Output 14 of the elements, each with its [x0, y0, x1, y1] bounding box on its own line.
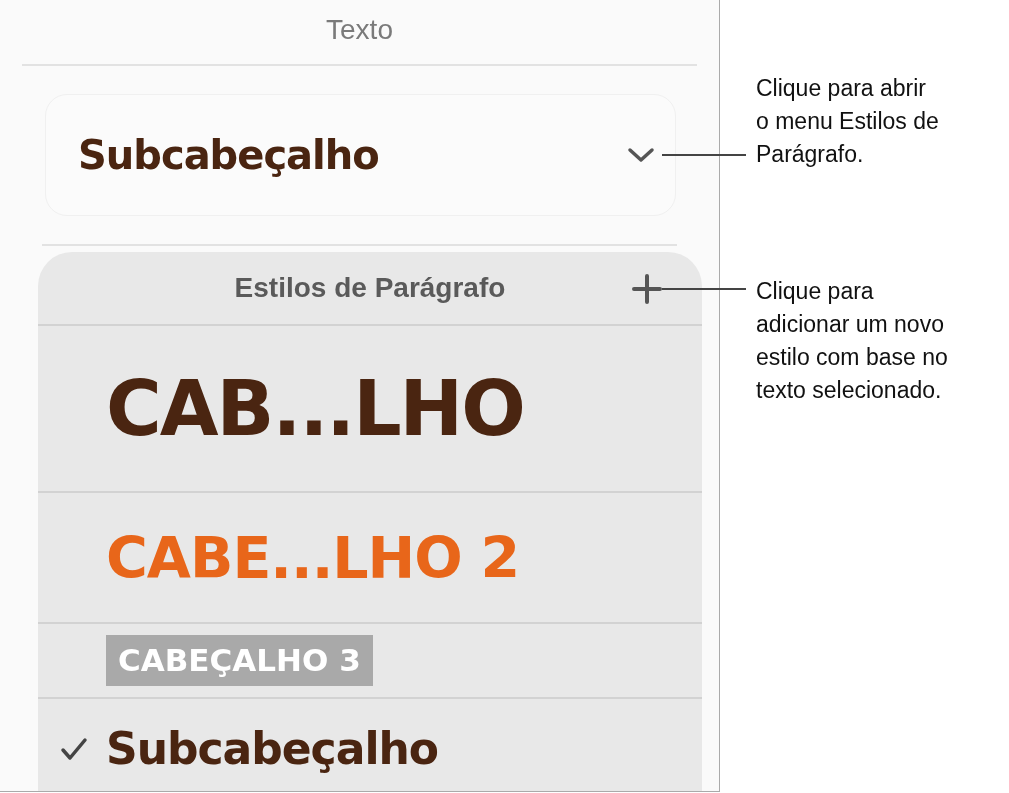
style-name: CABE...LHO 2	[106, 524, 520, 591]
callout-text: Clique para abrir o menu Estilos de Parágrafo.	[756, 74, 939, 169]
style-row[interactable]: CAB...LHO	[38, 326, 702, 493]
chevron-down-icon	[627, 147, 655, 163]
paragraph-style-button[interactable]: Subcabeçalho	[45, 94, 676, 216]
style-name: CABEÇALHO 3	[106, 635, 373, 686]
style-row[interactable]: Subcabeçalho	[38, 699, 702, 791]
panel-title: Texto	[325, 13, 394, 47]
popover-title: Estilos de Parágrafo	[234, 272, 506, 304]
style-name: Subcabeçalho	[106, 722, 439, 776]
checkmark-icon	[60, 737, 88, 761]
callout-text: Clique para adicionar um novo estilo com base no texto selecionado.	[756, 277, 948, 405]
style-name: CAB...LHO	[106, 363, 524, 455]
add-icon[interactable]	[632, 274, 662, 304]
